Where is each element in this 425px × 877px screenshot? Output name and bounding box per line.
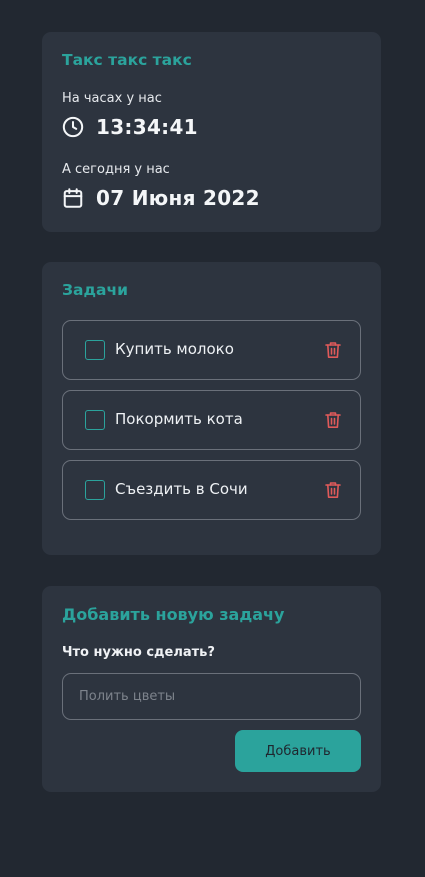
task-list: Купить молоко Покормить кота Съездить в … <box>62 320 361 530</box>
clock-icon <box>62 116 84 138</box>
task-item: Покормить кота <box>62 390 361 450</box>
task-item: Съездить в Сочи <box>62 460 361 520</box>
task-checkbox[interactable] <box>85 340 105 360</box>
tasks-card-title: Задачи <box>62 281 128 299</box>
date-label: А сегодня у нас <box>62 162 170 177</box>
add-task-button[interactable]: Добавить <box>235 730 361 772</box>
task-label: Покормить кота <box>115 410 243 428</box>
date-value: 07 Июня 2022 <box>96 186 260 210</box>
trash-icon[interactable] <box>324 341 342 359</box>
time-display: 13:34:41 <box>62 114 198 140</box>
time-value: 13:34:41 <box>96 115 198 139</box>
task-label: Съездить в Сочи <box>115 480 248 498</box>
clock-card-title: Такс такс такс <box>62 51 192 69</box>
time-label: На часах у нас <box>62 91 162 106</box>
trash-icon[interactable] <box>324 411 342 429</box>
date-display: 07 Июня 2022 <box>62 185 260 211</box>
calendar-icon <box>62 187 84 209</box>
tasks-card: Задачи Купить молоко Покормить кота Съез… <box>42 262 381 555</box>
task-field-label: Что нужно сделать? <box>62 645 215 660</box>
clock-card: Такс такс такс На часах у нас 13:34:41 А… <box>42 32 381 232</box>
task-label: Купить молоко <box>115 340 234 358</box>
trash-icon[interactable] <box>324 481 342 499</box>
task-item: Купить молоко <box>62 320 361 380</box>
task-checkbox[interactable] <box>85 410 105 430</box>
task-input[interactable] <box>62 673 361 720</box>
task-checkbox[interactable] <box>85 480 105 500</box>
add-task-card: Добавить новую задачу Что нужно сделать?… <box>42 586 381 792</box>
add-task-title: Добавить новую задачу <box>62 605 285 624</box>
